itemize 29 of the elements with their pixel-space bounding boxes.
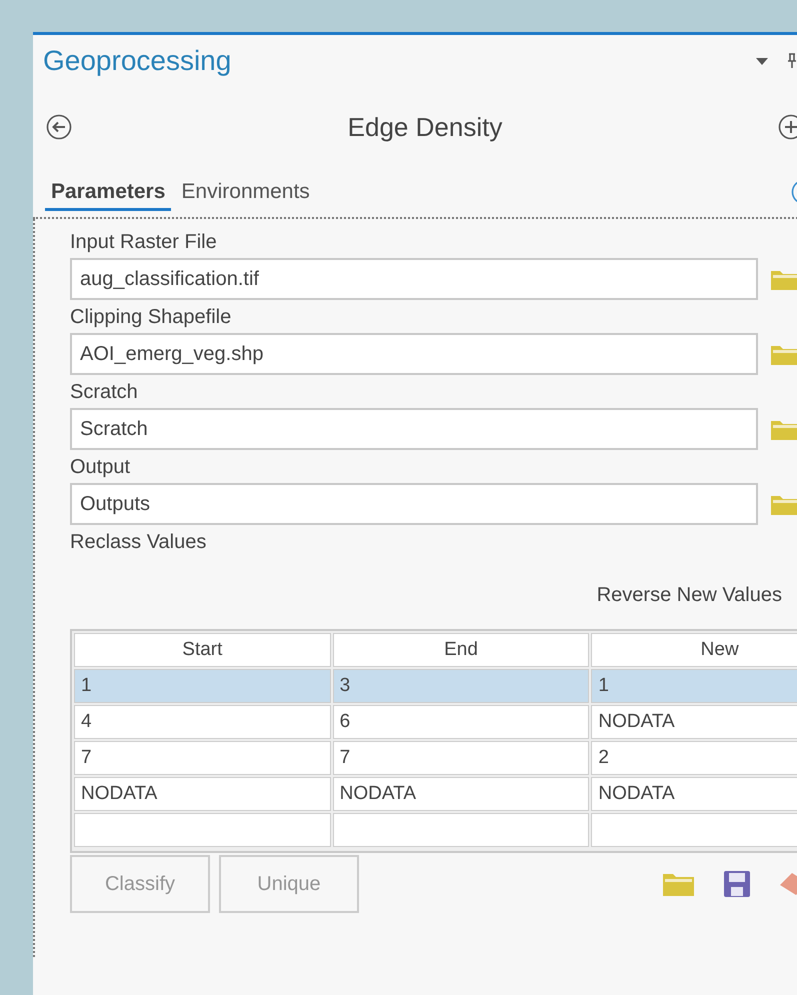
input-field[interactable]: Outputs <box>70 483 758 525</box>
tab[interactable]: Environments <box>175 174 316 210</box>
column-header: End <box>332 633 590 667</box>
parameter-label: Scratch <box>70 380 139 405</box>
reclass-label: Reclass Values <box>70 530 208 555</box>
reverse-new-values-button[interactable]: Reverse New Values <box>596 580 782 611</box>
column-header: Start <box>74 633 331 667</box>
parameter-label: Input Raster File <box>70 230 218 255</box>
table-cell[interactable]: 1 <box>591 669 797 703</box>
table-cell[interactable]: NODATA <box>591 705 797 739</box>
tool-title: Edge Density <box>346 112 504 142</box>
input-field[interactable]: Scratch <box>70 408 758 450</box>
column-header: New <box>591 633 797 667</box>
table-cell[interactable]: 4 <box>74 705 331 739</box>
table-cell[interactable]: 3 <box>332 669 590 703</box>
table-cell[interactable]: 7 <box>74 741 331 775</box>
input-field[interactable]: aug_classification.tif <box>70 258 758 300</box>
table-cell[interactable]: NODATA <box>591 777 797 811</box>
table-cell[interactable]: 6 <box>332 705 590 739</box>
table-cell[interactable]: 1 <box>74 669 331 703</box>
tab[interactable]: Parameters <box>45 174 172 210</box>
table-cell[interactable]: 2 <box>591 741 797 775</box>
input-field[interactable]: AOI_emerg_veg.shp <box>70 333 758 375</box>
table-cell[interactable]: 7 <box>332 741 590 775</box>
parameter-label: Clipping Shapefile <box>70 305 232 330</box>
table-cell[interactable]: NODATA <box>332 777 590 811</box>
parameter-label: Output <box>70 455 132 480</box>
table-cell[interactable]: NODATA <box>74 777 331 811</box>
pane-title: Geoprocessing <box>43 45 232 77</box>
